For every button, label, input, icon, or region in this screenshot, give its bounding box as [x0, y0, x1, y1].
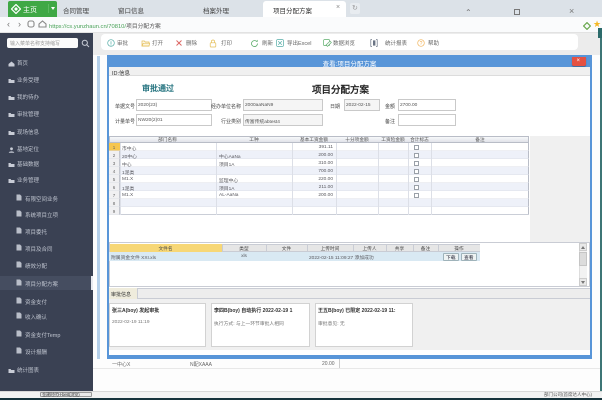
svg-text:?: ? [420, 41, 423, 47]
